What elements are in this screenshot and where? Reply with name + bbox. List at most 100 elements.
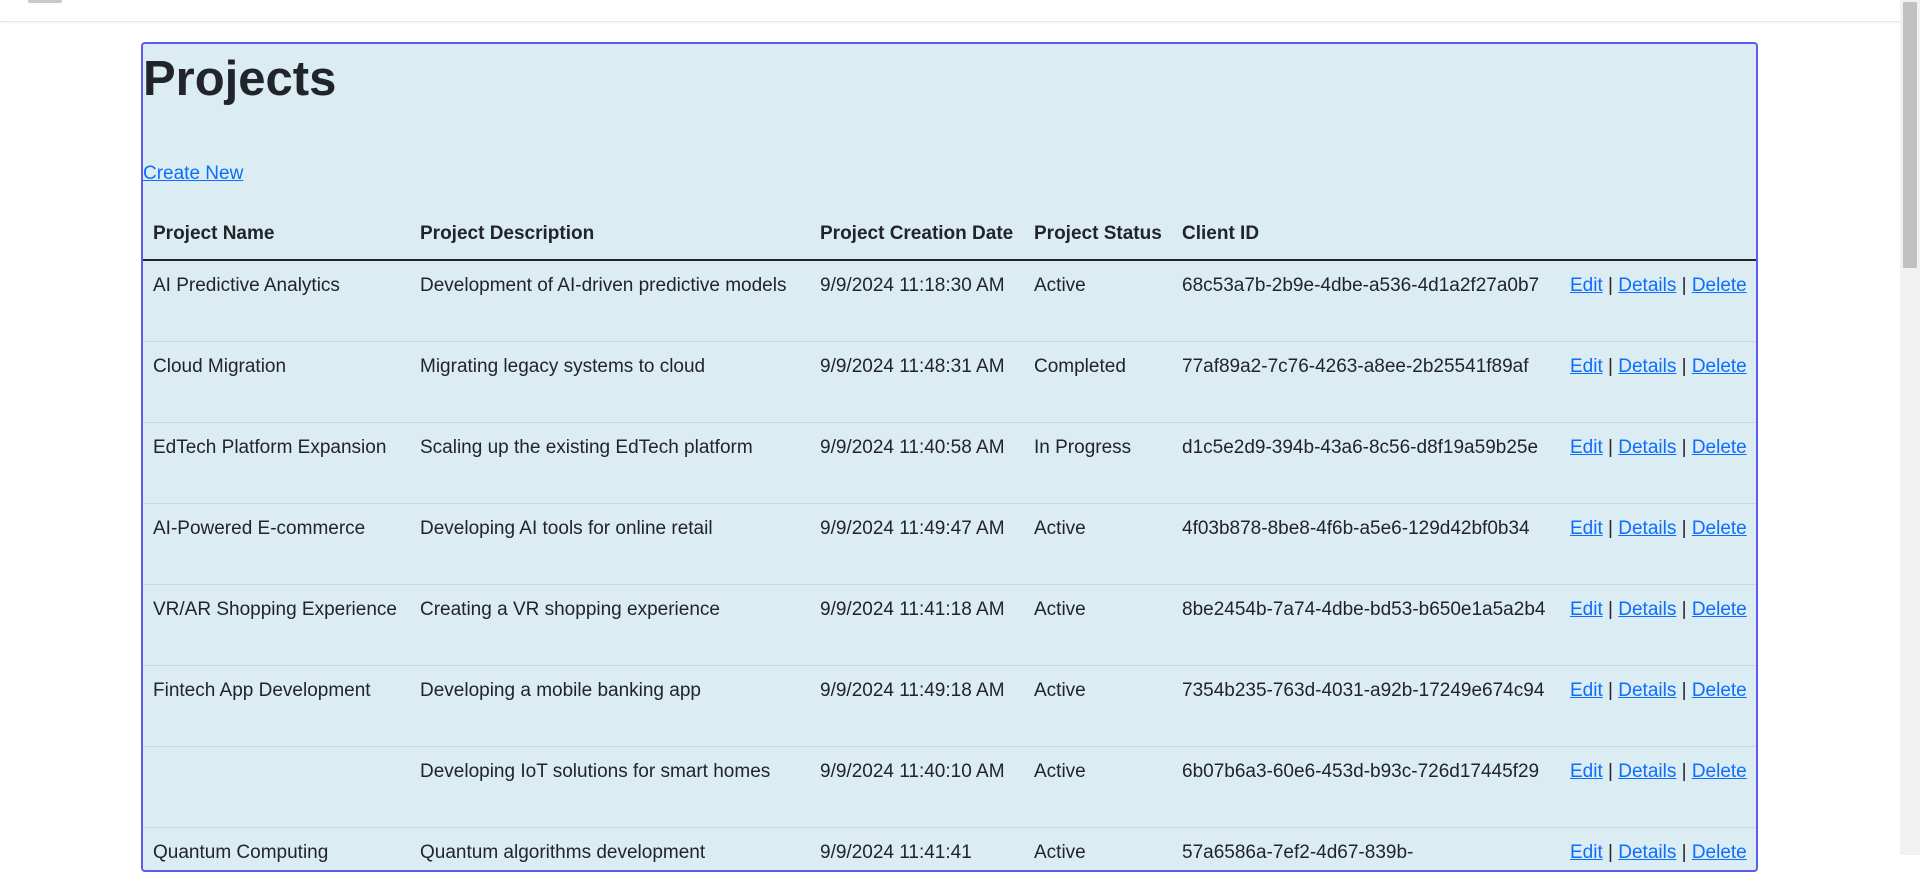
header-row: Project Name Project Description Project… [143, 211, 1758, 260]
brand-logo-icon[interactable] [28, 0, 62, 3]
header-project-creation-date: Project Creation Date [810, 211, 1024, 260]
delete-link[interactable]: Delete [1692, 599, 1747, 620]
header-project-status: Project Status [1024, 211, 1172, 260]
action-separator: | [1682, 680, 1687, 701]
cell-project-creation-date: 9/9/2024 11:41:18 AM [810, 585, 1024, 666]
cell-project-name: AI Predictive Analytics [143, 260, 410, 342]
cell-actions: Edit | Details | Delete [1560, 342, 1758, 423]
cell-project-name [143, 747, 410, 828]
cell-actions: Edit | Details | Delete [1560, 666, 1758, 747]
cell-project-description: Quantum algorithms development [410, 828, 810, 872]
cell-project-status: Active [1024, 747, 1172, 828]
cell-client-id: 77af89a2-7c76-4263-a8ee-2b25541f89af [1172, 342, 1560, 423]
top-navbar [0, 0, 1900, 22]
table-row: EdTech Platform ExpansionScaling up the … [143, 423, 1758, 504]
page-title: Projects [143, 46, 336, 112]
action-separator: | [1608, 680, 1613, 701]
cell-project-description: Developing a mobile banking app [410, 666, 810, 747]
details-link[interactable]: Details [1618, 275, 1676, 296]
cell-actions: Edit | Details | Delete [1560, 747, 1758, 828]
projects-container: Projects Create New Project Name Project… [141, 42, 1758, 872]
cell-project-creation-date: 9/9/2024 11:49:18 AM [810, 666, 1024, 747]
details-link[interactable]: Details [1618, 356, 1676, 377]
action-separator: | [1682, 356, 1687, 377]
edit-link[interactable]: Edit [1570, 275, 1603, 296]
action-separator: | [1682, 599, 1687, 620]
delete-link[interactable]: Delete [1692, 356, 1747, 377]
scrollbar-thumb[interactable] [1903, 2, 1917, 268]
details-link[interactable]: Details [1618, 518, 1676, 539]
cell-project-status: In Progress [1024, 423, 1172, 504]
cell-project-description: Developing AI tools for online retail [410, 504, 810, 585]
cell-project-description: Developing IoT solutions for smart homes [410, 747, 810, 828]
table-row: VR/AR Shopping ExperienceCreating a VR s… [143, 585, 1758, 666]
cell-project-description: Creating a VR shopping experience [410, 585, 810, 666]
action-separator: | [1608, 437, 1613, 458]
cell-actions: Edit | Details | Delete [1560, 828, 1758, 872]
delete-link[interactable]: Delete [1692, 680, 1747, 701]
cell-project-name: EdTech Platform Expansion [143, 423, 410, 504]
cell-client-id: 6b07b6a3-60e6-453d-b93c-726d17445f29 [1172, 747, 1560, 828]
cell-client-id: 57a6586a-7ef2-4d67-839b- [1172, 828, 1560, 872]
cell-project-description: Scaling up the existing EdTech platform [410, 423, 810, 504]
action-separator: | [1608, 518, 1613, 539]
projects-table: Project Name Project Description Project… [143, 211, 1758, 872]
delete-link[interactable]: Delete [1692, 518, 1747, 539]
edit-link[interactable]: Edit [1570, 599, 1603, 620]
action-separator: | [1682, 437, 1687, 458]
cell-project-name: AI-Powered E-commerce [143, 504, 410, 585]
cell-project-description: Development of AI-driven predictive mode… [410, 260, 810, 342]
vertical-scrollbar[interactable] [1900, 0, 1920, 855]
cell-client-id: d1c5e2d9-394b-43a6-8c56-d8f19a59b25e [1172, 423, 1560, 504]
details-link[interactable]: Details [1618, 599, 1676, 620]
cell-actions: Edit | Details | Delete [1560, 260, 1758, 342]
cell-project-name: Cloud Migration [143, 342, 410, 423]
delete-link[interactable]: Delete [1692, 275, 1747, 296]
header-client-id: Client ID [1172, 211, 1560, 260]
cell-client-id: 8be2454b-7a74-4dbe-bd53-b650e1a5a2b4 [1172, 585, 1560, 666]
cell-project-creation-date: 9/9/2024 11:48:31 AM [810, 342, 1024, 423]
action-separator: | [1682, 275, 1687, 296]
cell-project-status: Active [1024, 666, 1172, 747]
table-row: AI Predictive AnalyticsDevelopment of AI… [143, 260, 1758, 342]
cell-project-name: Fintech App Development [143, 666, 410, 747]
details-link[interactable]: Details [1618, 437, 1676, 458]
edit-link[interactable]: Edit [1570, 680, 1603, 701]
edit-link[interactable]: Edit [1570, 518, 1603, 539]
delete-link[interactable]: Delete [1692, 437, 1747, 458]
cell-project-status: Active [1024, 260, 1172, 342]
cell-project-creation-date: 9/9/2024 11:40:58 AM [810, 423, 1024, 504]
edit-link[interactable]: Edit [1570, 356, 1603, 377]
cell-project-status: Active [1024, 504, 1172, 585]
cell-project-creation-date: 9/9/2024 11:49:47 AM [810, 504, 1024, 585]
details-link[interactable]: Details [1618, 680, 1676, 701]
cell-project-name: Quantum Computing [143, 828, 410, 872]
cell-project-creation-date: 9/9/2024 11:40:10 AM [810, 747, 1024, 828]
create-new-link[interactable]: Create New [143, 162, 243, 186]
edit-link[interactable]: Edit [1570, 842, 1603, 863]
cell-project-creation-date: 9/9/2024 11:41:41 [810, 828, 1024, 872]
cell-actions: Edit | Details | Delete [1560, 585, 1758, 666]
delete-link[interactable]: Delete [1692, 842, 1747, 863]
action-separator: | [1608, 599, 1613, 620]
delete-link[interactable]: Delete [1692, 761, 1747, 782]
table-row: Fintech App DevelopmentDeveloping a mobi… [143, 666, 1758, 747]
action-separator: | [1608, 842, 1613, 863]
action-separator: | [1682, 761, 1687, 782]
table-header: Project Name Project Description Project… [143, 211, 1758, 260]
edit-link[interactable]: Edit [1570, 761, 1603, 782]
table-body: AI Predictive AnalyticsDevelopment of AI… [143, 260, 1758, 872]
edit-link[interactable]: Edit [1570, 437, 1603, 458]
action-separator: | [1608, 356, 1613, 377]
action-separator: | [1608, 761, 1613, 782]
details-link[interactable]: Details [1618, 761, 1676, 782]
cell-client-id: 4f03b878-8be8-4f6b-a5e6-129d42bf0b34 [1172, 504, 1560, 585]
table-row: Developing IoT solutions for smart homes… [143, 747, 1758, 828]
cell-project-creation-date: 9/9/2024 11:18:30 AM [810, 260, 1024, 342]
details-link[interactable]: Details [1618, 842, 1676, 863]
cell-client-id: 68c53a7b-2b9e-4dbe-a536-4d1a2f27a0b7 [1172, 260, 1560, 342]
cell-project-description: Migrating legacy systems to cloud [410, 342, 810, 423]
cell-project-name: VR/AR Shopping Experience [143, 585, 410, 666]
cell-actions: Edit | Details | Delete [1560, 423, 1758, 504]
table-row: Cloud MigrationMigrating legacy systems … [143, 342, 1758, 423]
